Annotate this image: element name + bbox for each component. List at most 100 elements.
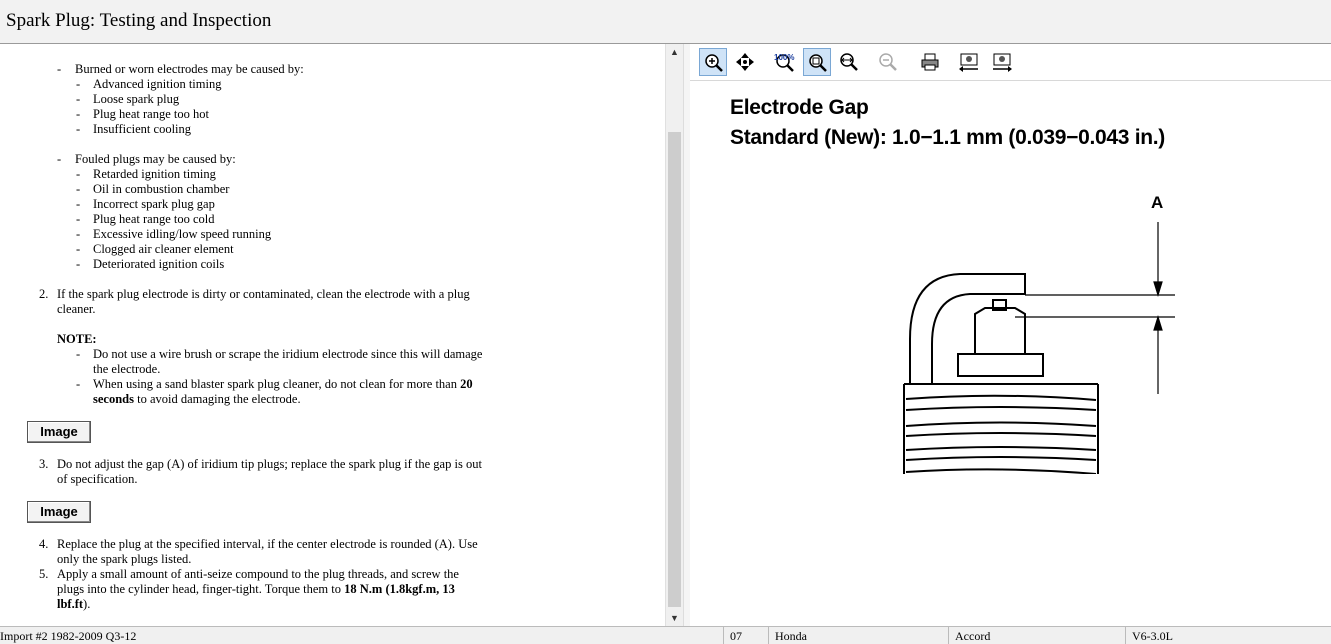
list-item: Deteriorated ignition coils (93, 257, 225, 271)
prev-image-icon (959, 53, 978, 72)
printer-icon (921, 53, 939, 71)
list-header-burned: Burned or worn electrodes may be caused … (75, 62, 304, 76)
list-item: Retarded ignition timing (93, 167, 216, 181)
list-item: Incorrect spark plug gap (93, 197, 215, 211)
cutoff-line (95, 44, 235, 47)
print-button[interactable] (916, 48, 944, 76)
actual-size-button[interactable]: 100% (770, 48, 798, 76)
zoom-in-icon (705, 54, 723, 72)
list-item: Clogged air cleaner element (93, 242, 234, 256)
list-item: Advanced ignition timing (93, 77, 222, 91)
bullet-dash: - (76, 182, 81, 196)
note-text: When using a sand blaster spark plug cle… (93, 377, 473, 392)
torque-unit: lbf.ft (57, 597, 84, 611)
window-title: Spark Plug: Testing and Inspection (6, 10, 272, 31)
status-engine: V6-3.0L (1132, 629, 1173, 643)
bullet-dash: - (76, 197, 81, 211)
step-text-part: ). (83, 597, 91, 611)
note-text-bold: 20 (460, 377, 473, 391)
step-text: plugs into the cylinder head, finger-tig… (57, 582, 455, 597)
status-separator (723, 627, 724, 644)
list-item: Excessive idling/low speed running (93, 227, 272, 241)
zoom-100-label: 100% (774, 53, 794, 62)
status-separator (948, 627, 949, 644)
zoom-out-button[interactable] (874, 48, 902, 76)
step-number: 2. (39, 287, 49, 301)
bullet-dash: - (76, 92, 81, 106)
step-number: 3. (39, 457, 49, 471)
bullet-dash: - (76, 257, 81, 271)
list-item: Insufficient cooling (93, 122, 192, 136)
zoom-in-button[interactable] (699, 48, 727, 76)
image-button[interactable]: Image (27, 501, 91, 523)
step-text: lbf.ft). (57, 597, 90, 612)
scroll-up-icon[interactable]: ▲ (666, 44, 683, 60)
note-text: Do not use a wire brush or scrape the ir… (93, 347, 483, 361)
scroll-thumb[interactable] (668, 132, 681, 607)
list-item: Loose spark plug (93, 92, 180, 106)
status-make: Honda (775, 629, 807, 643)
step-text: Do not adjust the gap (A) of iridium tip… (57, 457, 482, 471)
split-view: - Burned or worn electrodes may be cause… (0, 44, 1331, 626)
pan-button[interactable] (731, 48, 759, 76)
step-text: of specification. (57, 472, 138, 486)
status-separator (768, 627, 769, 644)
list-item: Oil in combustion chamber (93, 182, 230, 196)
status-year: 07 (730, 629, 742, 643)
step-number: 5. (39, 567, 49, 581)
bullet-dash: - (76, 227, 81, 241)
bullet-dash: - (76, 242, 81, 256)
zoom-window-icon (809, 54, 827, 72)
bullet-dash: - (76, 107, 81, 121)
list-item: Plug heat range too hot (93, 107, 209, 121)
status-separator (1125, 627, 1126, 644)
status-bar: Import #2 1982-2009 Q3-12 07 Honda Accor… (0, 626, 1331, 644)
bullet-dash: - (76, 377, 81, 391)
pan-arrows-icon (736, 53, 754, 71)
zoom-fit-width-icon (840, 53, 858, 71)
image-toolbar: 100% (690, 44, 1331, 81)
torque-value: 18 N.m (1.8kgf.m, 13 (344, 582, 455, 596)
bullet-dash: - (57, 62, 62, 76)
step-text: cleaner. (57, 302, 96, 316)
step-text: Apply a small amount of anti-seize compo… (57, 567, 459, 581)
bullet-dash: - (76, 122, 81, 136)
vertical-scrollbar[interactable]: ▲ ▼ (665, 44, 683, 626)
procedure-pane: - Burned or worn electrodes may be cause… (0, 44, 683, 626)
bullet-dash: - (76, 347, 81, 361)
scroll-down-icon[interactable]: ▼ (666, 610, 683, 626)
zoom-out-icon (879, 53, 897, 71)
bullet-dash: - (76, 167, 81, 181)
step-text: Replace the plug at the specified interv… (57, 537, 478, 551)
note-text-part: to avoid damaging the electrode. (133, 392, 301, 406)
prev-image-button[interactable] (954, 48, 982, 76)
fit-width-button[interactable] (835, 48, 863, 76)
step-text: If the spark plug electrode is dirty or … (57, 287, 470, 301)
zoom-100-icon: 100% (774, 53, 794, 72)
list-header-fouled: Fouled plugs may be caused by: (75, 152, 236, 166)
title-bar: Spark Plug: Testing and Inspection (0, 0, 1331, 44)
step-text: only the spark plugs listed. (57, 552, 192, 566)
step-text-part: plugs into the cylinder head, finger-tig… (57, 582, 345, 596)
note-label: NOTE: (57, 332, 97, 346)
image-viewer-pane: 100% Electrode Gap Standard (New): 1.0−1… (690, 44, 1331, 626)
note-text-part: When using a sand blaster spark plug cle… (93, 377, 461, 391)
bullet-dash: - (57, 152, 62, 166)
zoom-window-button[interactable] (803, 48, 831, 76)
spark-plug-diagram (903, 222, 1175, 474)
list-item: Plug heat range too cold (93, 212, 215, 226)
status-model: Accord (955, 629, 991, 643)
bullet-dash: - (76, 77, 81, 91)
figure-heading: Electrode Gap (730, 96, 869, 119)
note-text-bold: seconds (93, 392, 134, 406)
note-text: seconds to avoid damaging the electrode. (93, 392, 301, 407)
bullet-dash: - (76, 212, 81, 226)
step-number: 4. (39, 537, 49, 551)
next-image-icon (993, 53, 1012, 72)
image-button[interactable]: Image (27, 421, 91, 443)
figure-spec: Standard (New): 1.0−1.1 mm (0.039−0.043 … (730, 126, 1165, 149)
note-text: the electrode. (93, 362, 161, 376)
status-source: Import #2 1982-2009 Q3-12 (0, 629, 137, 643)
procedure-text: - Burned or worn electrodes may be cause… (0, 44, 665, 626)
next-image-button[interactable] (987, 48, 1015, 76)
